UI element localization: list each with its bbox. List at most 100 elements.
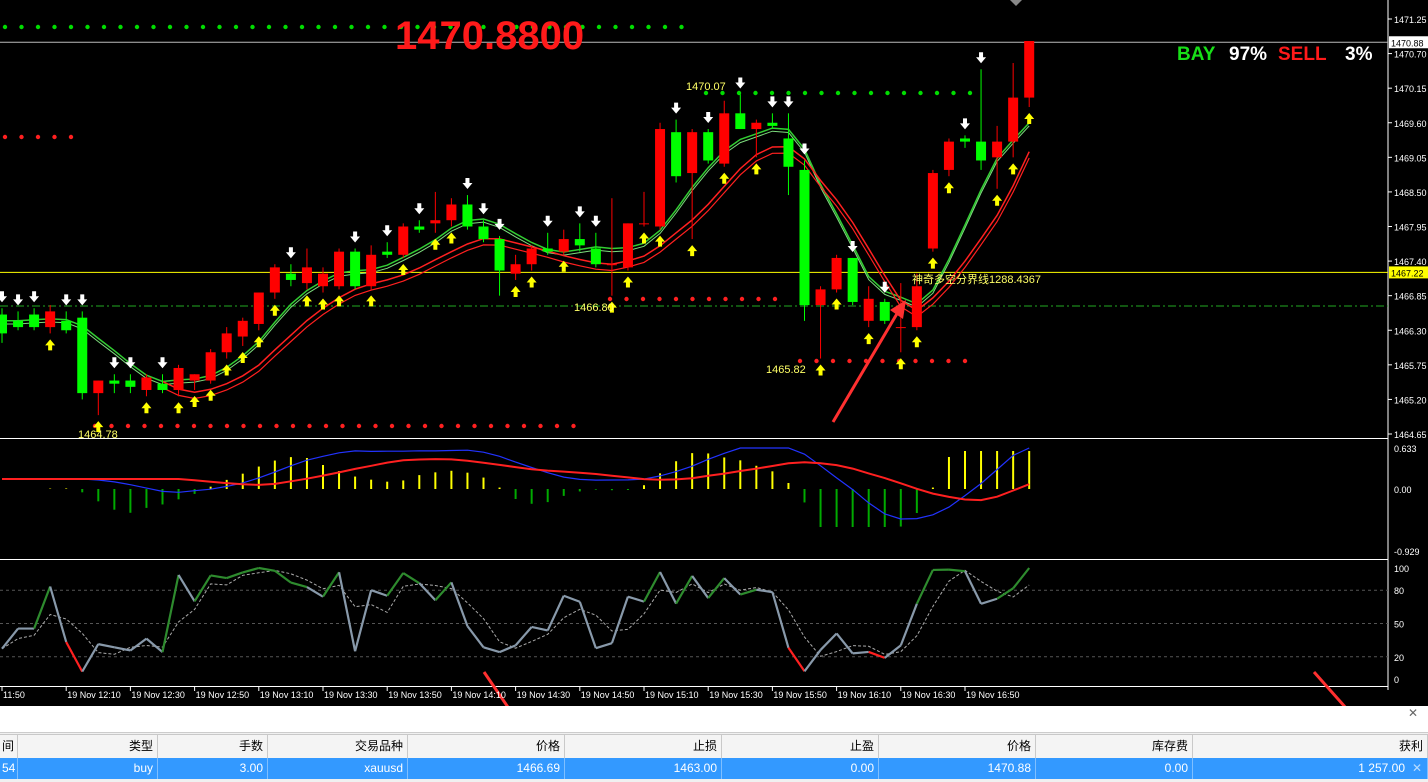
sell-arrow-icon <box>976 52 987 64</box>
bear-candle <box>494 239 505 271</box>
sell-arrow-icon <box>767 96 778 108</box>
bear-candle <box>976 141 987 161</box>
support-dot <box>488 423 494 429</box>
support-dot <box>406 423 411 429</box>
chart-scrollbar[interactable]: ✕ <box>0 706 1428 733</box>
buy-arrow-icon <box>831 298 842 310</box>
sell-arrow-icon <box>671 102 682 114</box>
cell-type: buy <box>18 758 158 779</box>
stoch-main-line <box>354 589 373 652</box>
resistance-dot <box>52 24 57 30</box>
stoch-axis-label: 20 <box>1394 653 1404 663</box>
stoch-main-line <box>483 646 500 654</box>
support-dot <box>307 423 312 429</box>
chart-area[interactable]: 1471.25 1470.70 1470.15 1469.60 1469.05 1468.… <box>0 0 1428 706</box>
bull-candle <box>558 239 569 252</box>
bull-candle <box>687 132 698 174</box>
resistance-dot <box>184 24 189 30</box>
col-swap-header[interactable]: 库存费 <box>1036 735 1193 759</box>
support-dot <box>68 134 74 140</box>
chart-svg[interactable]: 1471.25 1470.70 1470.15 1469.60 1469.05 1468.… <box>0 0 1428 706</box>
stoch-main-line <box>803 649 822 672</box>
price-axis-label: 1470.15 <box>1394 84 1427 94</box>
sell-arrow-icon <box>0 291 7 303</box>
stoch-main-line <box>707 577 726 599</box>
support-dot <box>290 423 296 429</box>
bear-candle <box>414 226 425 230</box>
support-dot <box>640 296 646 302</box>
resistance-dot <box>299 24 305 30</box>
resistance-dot <box>316 24 321 30</box>
stoch-main-line <box>948 568 966 573</box>
time-axis-label: 19 Nov 16:30 <box>902 690 956 700</box>
support-dot <box>723 296 728 302</box>
support-dot <box>241 423 246 429</box>
col-profit-header[interactable]: 获利 <box>1193 735 1428 759</box>
stoch-main-line <box>595 642 613 650</box>
trade-row[interactable]: 54 buy 3.00 xauusd 1466.69 1463.00 0.00 … <box>0 758 1428 779</box>
stoch-main-line <box>787 647 806 672</box>
bear-candle <box>783 138 794 167</box>
col-price-header[interactable]: 价格 <box>408 735 565 759</box>
stoch-main-line <box>114 646 131 652</box>
stoch-main-line <box>290 581 308 589</box>
resistance-dot <box>349 24 354 30</box>
support-dot <box>521 423 527 429</box>
bull-candle <box>943 141 954 170</box>
col-type-header[interactable]: 类型 <box>18 735 158 759</box>
low-label: 1466.80 <box>574 302 614 314</box>
resistance-dot <box>283 24 288 30</box>
buy-arrow-icon <box>687 245 698 257</box>
support-dot <box>208 423 213 429</box>
stoch-main-line <box>578 601 597 649</box>
support-dot <box>175 423 180 429</box>
col-symbol-header[interactable]: 交易品种 <box>268 735 408 759</box>
bull-candle <box>318 273 328 287</box>
support-dot <box>814 358 819 364</box>
resistance-dot <box>266 24 272 30</box>
resistance-dot <box>629 24 635 30</box>
col-current-price-header[interactable]: 价格 <box>879 735 1036 759</box>
col-lots-header[interactable]: 手数 <box>158 735 268 759</box>
stoch-main-line <box>33 586 52 629</box>
stoch-main-line <box>337 572 357 652</box>
sell-arrow-icon <box>783 96 794 108</box>
stoch-main-line <box>563 594 581 603</box>
support-dot <box>340 423 345 429</box>
resistance-dot <box>613 24 618 30</box>
support-dot <box>52 134 57 140</box>
buy-arrow-icon <box>639 232 649 244</box>
col-sl-header[interactable]: 止损 <box>565 735 722 759</box>
resistance-dot <box>332 24 338 30</box>
support-dot <box>607 296 613 302</box>
bear-candle <box>157 383 168 390</box>
col-tp-header[interactable]: 止盈 <box>722 735 879 759</box>
close-icon[interactable]: ✕ <box>1408 706 1418 720</box>
support-dot <box>505 423 510 429</box>
shift-marker-icon <box>1010 0 1022 6</box>
resistance-dot <box>101 24 107 30</box>
stoch-main-line <box>899 603 918 646</box>
support-dot <box>739 296 745 302</box>
buy-arrow-icon <box>334 295 345 307</box>
resistance-dot <box>769 90 775 96</box>
col-time-header[interactable]: 间 <box>0 735 18 759</box>
bull-candle <box>719 113 730 164</box>
bear-candle <box>590 248 601 265</box>
sell-arrow-icon <box>61 294 72 306</box>
bull-candle <box>639 223 649 225</box>
resistance-dot <box>35 24 41 30</box>
cell-open-price: 1466.69 <box>408 758 565 779</box>
resistance-dot <box>250 24 255 30</box>
support-dot <box>439 423 444 429</box>
bull-candle <box>927 173 938 249</box>
close-position-icon[interactable]: ✕ <box>1412 758 1422 779</box>
bull-candle <box>992 141 1003 158</box>
sell-arrow-icon <box>574 206 585 218</box>
buy-arrow-icon <box>173 402 184 414</box>
resistance-dot <box>753 90 758 96</box>
bear-candle <box>382 251 393 255</box>
resistance-dot <box>85 24 90 30</box>
bull-candle <box>751 122 762 130</box>
resistance-dot <box>819 90 824 96</box>
